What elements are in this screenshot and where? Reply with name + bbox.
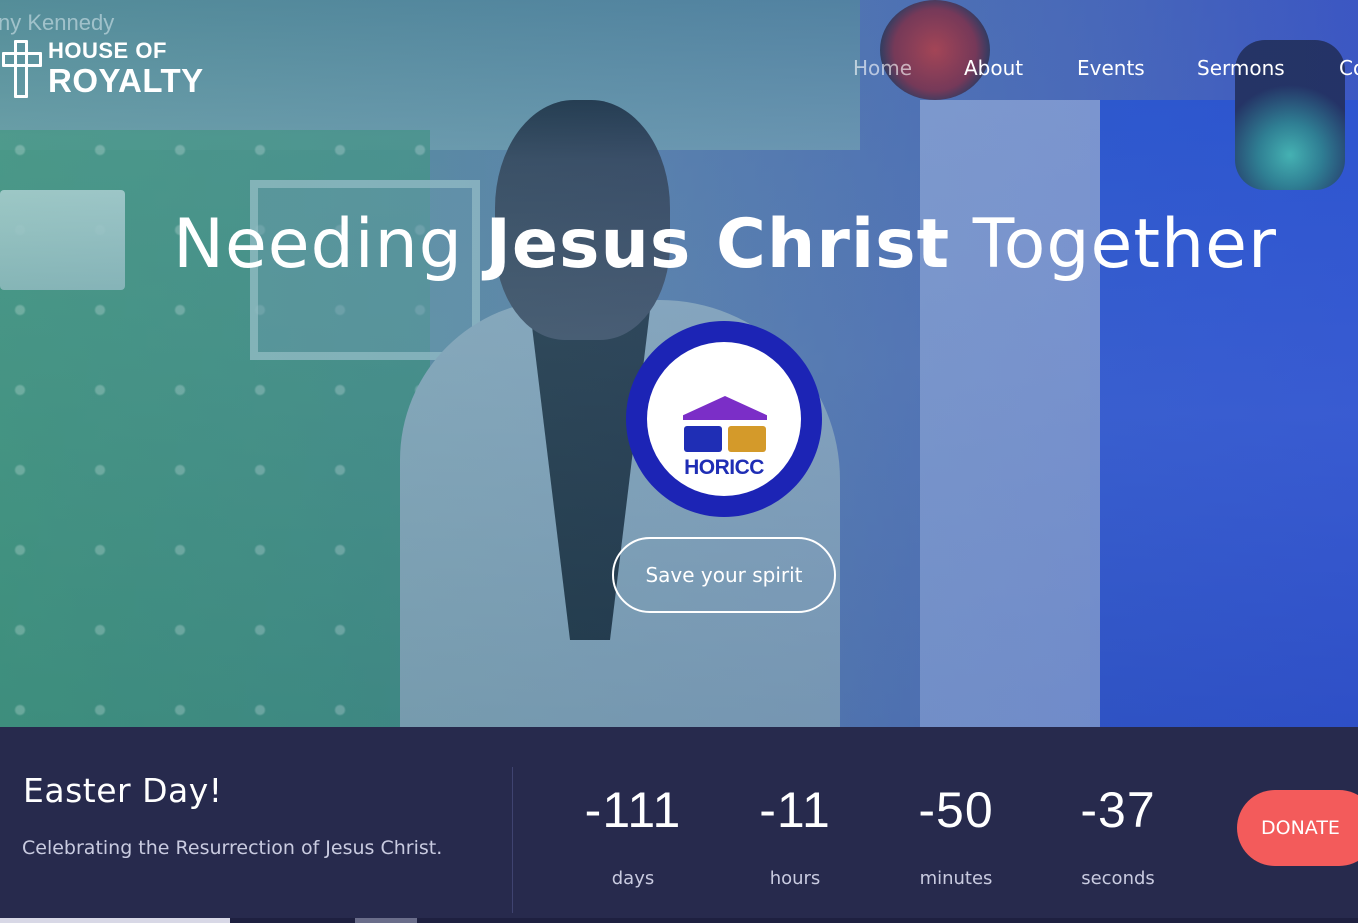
countdown-value: -111 [584, 782, 682, 838]
logo-line-2: ROYALTY [48, 62, 204, 99]
countdown-bar: Easter Day! Celebrating the Resurrection… [0, 727, 1358, 923]
main-nav: Home About Events Sermons Co [853, 56, 1358, 80]
scrollbar-segment [355, 918, 417, 923]
nav-sermons[interactable]: Sermons [1197, 56, 1339, 80]
countdown-hours: -11 hours [720, 785, 870, 889]
scrollbar-thumb[interactable] [0, 918, 230, 923]
countdown-seconds: -37 seconds [1043, 785, 1193, 889]
badge-text: HORICC [684, 456, 764, 479]
nav-home[interactable]: Home [853, 56, 964, 80]
event-title: Easter Day! [23, 771, 223, 810]
house-roof-icon [683, 396, 767, 420]
nav-contact[interactable]: Co [1339, 56, 1358, 80]
headline-pre: Needing [173, 205, 486, 284]
logo-line-1: HOUSE OF [48, 38, 167, 63]
save-your-spirit-button[interactable]: Save your spirit [612, 537, 836, 613]
brand-overflow-text: ny Kennedy [0, 10, 115, 35]
countdown-value: -11 [759, 782, 831, 838]
countdown-label: hours [769, 868, 821, 889]
hero-section: ny Kennedy HOUSE OF ROYALTY Home About E… [0, 0, 1358, 727]
nav-events[interactable]: Events [1077, 56, 1197, 80]
divider [512, 767, 513, 913]
house-block-icon [728, 426, 766, 452]
countdown-value: -37 [1080, 782, 1156, 838]
house-block-icon [684, 426, 722, 452]
nav-about[interactable]: About [964, 56, 1077, 80]
countdown-value: -50 [918, 782, 994, 838]
countdown-minutes: -50 minutes [881, 785, 1031, 889]
headline-bold: Jesus Christ [485, 205, 951, 284]
horicc-badge: HORICC [626, 321, 822, 517]
donate-button[interactable]: DONATE [1237, 790, 1358, 866]
event-subtitle: Celebrating the Resurrection of Jesus Ch… [22, 837, 443, 859]
cross-icon [0, 40, 42, 98]
site-logo[interactable]: HOUSE OF ROYALTY [0, 38, 204, 99]
horizontal-scrollbar[interactable] [0, 918, 1358, 923]
countdown-days: -111 days [558, 785, 708, 889]
countdown-label: minutes [919, 868, 993, 889]
countdown-label: days [611, 868, 655, 889]
hero-headline: Needing Jesus Christ Together [0, 205, 1358, 284]
headline-post: Together [950, 205, 1277, 284]
countdown-label: seconds [1081, 868, 1155, 889]
